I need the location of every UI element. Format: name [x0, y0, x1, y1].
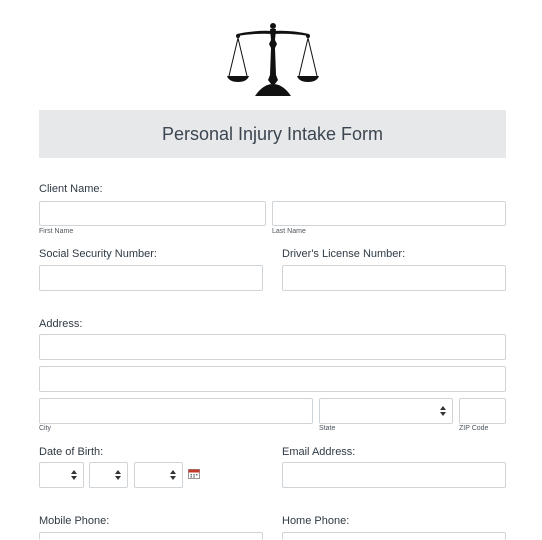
city-input[interactable]	[39, 398, 313, 424]
address-label: Address:	[39, 318, 83, 330]
license-input[interactable]	[282, 265, 506, 291]
select-arrows-icon	[115, 470, 121, 480]
ssn-input[interactable]	[39, 265, 263, 291]
state-sublabel: State	[319, 425, 336, 432]
state-select[interactable]	[319, 398, 453, 424]
mobile-phone-label: Mobile Phone:	[39, 515, 110, 527]
mobile-phone-input[interactable]	[39, 532, 263, 540]
home-phone-input[interactable]	[282, 532, 506, 540]
dob-day-select[interactable]	[89, 462, 128, 488]
calendar-icon[interactable]	[188, 466, 200, 479]
form-title: Personal Injury Intake Form	[161, 123, 384, 144]
select-arrows-icon	[170, 470, 176, 480]
form-title-banner: Personal Injury Intake Form	[39, 110, 506, 158]
license-label: Driver's License Number:	[282, 248, 406, 260]
ssn-label: Social Security Number:	[39, 248, 157, 260]
zip-input[interactable]	[459, 398, 506, 424]
home-phone-label: Home Phone:	[282, 515, 350, 527]
last-name-input[interactable]	[272, 201, 506, 226]
scales-of-justice-icon	[225, 20, 321, 100]
address-line2-input[interactable]	[39, 366, 506, 392]
select-arrows-icon	[71, 470, 77, 480]
first-name-sublabel: First Name	[39, 228, 74, 235]
client-name-label: Client Name:	[39, 183, 103, 195]
email-input[interactable]	[282, 462, 506, 488]
email-label: Email Address:	[282, 446, 356, 458]
address-line1-input[interactable]	[39, 334, 506, 360]
first-name-input[interactable]	[39, 201, 266, 226]
zip-sublabel: ZIP Code	[459, 425, 489, 432]
last-name-sublabel: Last Name	[272, 228, 306, 235]
dob-month-select[interactable]	[39, 462, 84, 488]
select-arrows-icon	[440, 406, 446, 416]
city-sublabel: City	[39, 425, 52, 432]
dob-year-select[interactable]	[134, 462, 183, 488]
dob-label: Date of Birth:	[39, 446, 104, 458]
